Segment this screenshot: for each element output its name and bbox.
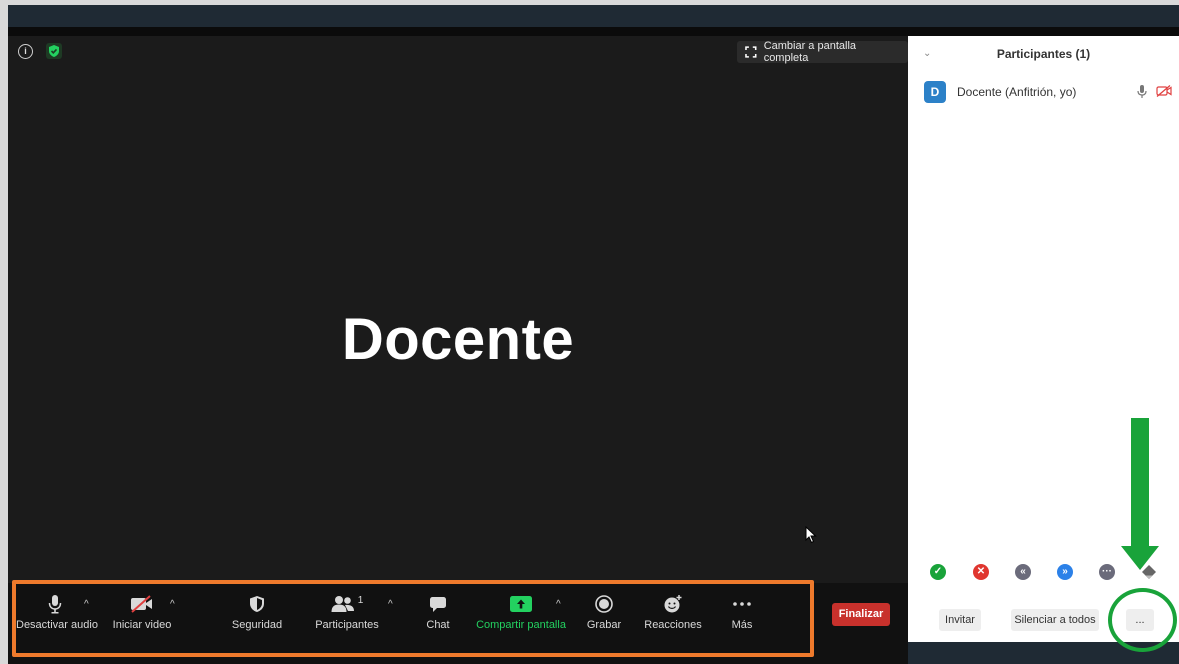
participant-video-off-icon[interactable] (1156, 85, 1172, 97)
info-icon[interactable]: i (18, 44, 33, 59)
title-bar-border (8, 27, 1179, 36)
slower-icon[interactable]: « (1015, 564, 1031, 580)
participant-mic-icon[interactable] (1137, 84, 1147, 99)
x-icon[interactable]: ✕ (973, 564, 989, 580)
video-area: i Cambiar a pantalla completa Docente (8, 36, 908, 583)
participant-name: Docente (Anfitrión, yo) (957, 85, 1077, 99)
encryption-shield-icon[interactable] (46, 43, 62, 59)
participant-name-display: Docente (341, 307, 575, 372)
avatar: D (924, 81, 946, 103)
mute-all-button[interactable]: Silenciar a todos (1011, 609, 1099, 631)
more-dots-icon[interactable]: ··· (1099, 564, 1115, 580)
down-arrow-annotation-icon (1121, 418, 1159, 570)
fullscreen-label: Cambiar a pantalla completa (763, 40, 857, 64)
check-icon[interactable]: ✓ (930, 564, 946, 580)
title-bar (8, 5, 1179, 27)
invite-button[interactable]: Invitar (939, 609, 981, 631)
participant-row[interactable]: D Docente (Anfitrión, yo) (924, 81, 1174, 103)
end-meeting-button[interactable]: Finalizar (832, 603, 890, 626)
mouse-cursor-icon (805, 526, 817, 544)
faster-icon[interactable]: » (1057, 564, 1073, 580)
more-button-highlight-circle (1108, 588, 1177, 652)
fullscreen-button[interactable]: Cambiar a pantalla completa (737, 40, 908, 64)
fullscreen-icon (745, 46, 757, 58)
panel-title: Participantes (1) (996, 47, 1091, 61)
toolbar-highlight-box (12, 580, 814, 657)
